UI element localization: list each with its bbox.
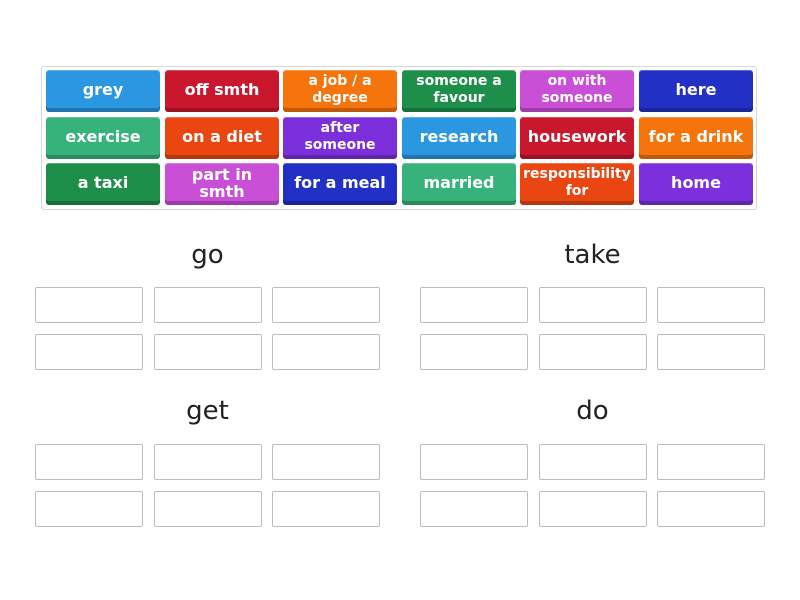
drop-slot-go[interactable] — [272, 287, 380, 323]
word-tile-label: married — [423, 173, 495, 192]
drop-slot-go[interactable] — [272, 334, 380, 370]
word-tile[interactable]: married — [402, 163, 516, 205]
drop-slot-go[interactable] — [35, 334, 143, 370]
group-title-do: do — [576, 396, 609, 426]
word-tile-label: grey — [82, 80, 124, 99]
drop-slot-go[interactable] — [154, 287, 262, 323]
drop-slot-do[interactable] — [657, 491, 765, 527]
word-tile[interactable]: on a diet — [165, 117, 279, 159]
drop-slot-get[interactable] — [272, 491, 380, 527]
word-tile[interactable]: grey — [46, 70, 160, 112]
word-tile[interactable]: responsibility for — [520, 163, 634, 205]
group-title-get: get — [186, 396, 229, 426]
word-tile[interactable]: after someone — [283, 117, 397, 159]
word-tile[interactable]: on with someone — [520, 70, 634, 112]
drop-slot-get[interactable] — [154, 491, 262, 527]
word-tile-label: a job / a degree — [308, 72, 372, 106]
word-tile[interactable]: here — [639, 70, 753, 112]
word-tile-label: research — [419, 127, 499, 146]
word-tile[interactable]: a job / a degree — [283, 70, 397, 112]
word-tile-label: here — [675, 80, 717, 99]
word-tile[interactable]: housework — [520, 117, 634, 159]
word-tile[interactable]: part in smth — [165, 163, 279, 205]
drop-slot-do[interactable] — [420, 444, 528, 480]
drop-slot-do[interactable] — [539, 444, 647, 480]
word-tile[interactable]: for a meal — [283, 163, 397, 205]
drop-slot-take[interactable] — [420, 287, 528, 323]
word-tile[interactable]: research — [402, 117, 516, 159]
group-title-go: go — [191, 240, 224, 270]
word-tile-label: home — [671, 173, 721, 192]
drop-slot-do[interactable] — [420, 491, 528, 527]
drop-slot-get[interactable] — [35, 491, 143, 527]
word-tile-label: a taxi — [77, 173, 129, 192]
drop-slot-take[interactable] — [420, 334, 528, 370]
word-tile-label: someone a favour — [416, 72, 502, 106]
word-tile-label: responsibility for — [523, 165, 631, 199]
drop-slot-get[interactable] — [272, 444, 380, 480]
drop-slot-take[interactable] — [657, 334, 765, 370]
word-tile-label: housework — [527, 127, 627, 146]
drop-slot-go[interactable] — [35, 287, 143, 323]
word-tile-label: on a diet — [182, 127, 262, 146]
drop-slot-do[interactable] — [657, 444, 765, 480]
word-tile[interactable]: exercise — [46, 117, 160, 159]
drop-slot-do[interactable] — [539, 491, 647, 527]
drop-slot-get[interactable] — [35, 444, 143, 480]
word-tile[interactable]: a taxi — [46, 163, 160, 205]
word-tile-label: for a drink — [648, 127, 744, 146]
word-tile[interactable]: someone a favour — [402, 70, 516, 112]
word-tile-label: part in smth — [191, 164, 253, 201]
word-tile[interactable]: for a drink — [639, 117, 753, 159]
drop-slot-go[interactable] — [154, 334, 262, 370]
word-tile-label: exercise — [65, 127, 141, 146]
group-title-take: take — [564, 240, 621, 270]
word-tile-label: for a meal — [294, 173, 386, 192]
drop-slot-take[interactable] — [539, 334, 647, 370]
drop-slot-take[interactable] — [539, 287, 647, 323]
word-tile[interactable]: off smth — [165, 70, 279, 112]
word-tile-label: on with someone — [541, 72, 613, 106]
word-tile[interactable]: home — [639, 163, 753, 205]
word-tile-label: after someone — [304, 119, 376, 153]
drop-slot-take[interactable] — [657, 287, 765, 323]
word-tile-label: off smth — [184, 80, 260, 99]
drop-slot-get[interactable] — [154, 444, 262, 480]
